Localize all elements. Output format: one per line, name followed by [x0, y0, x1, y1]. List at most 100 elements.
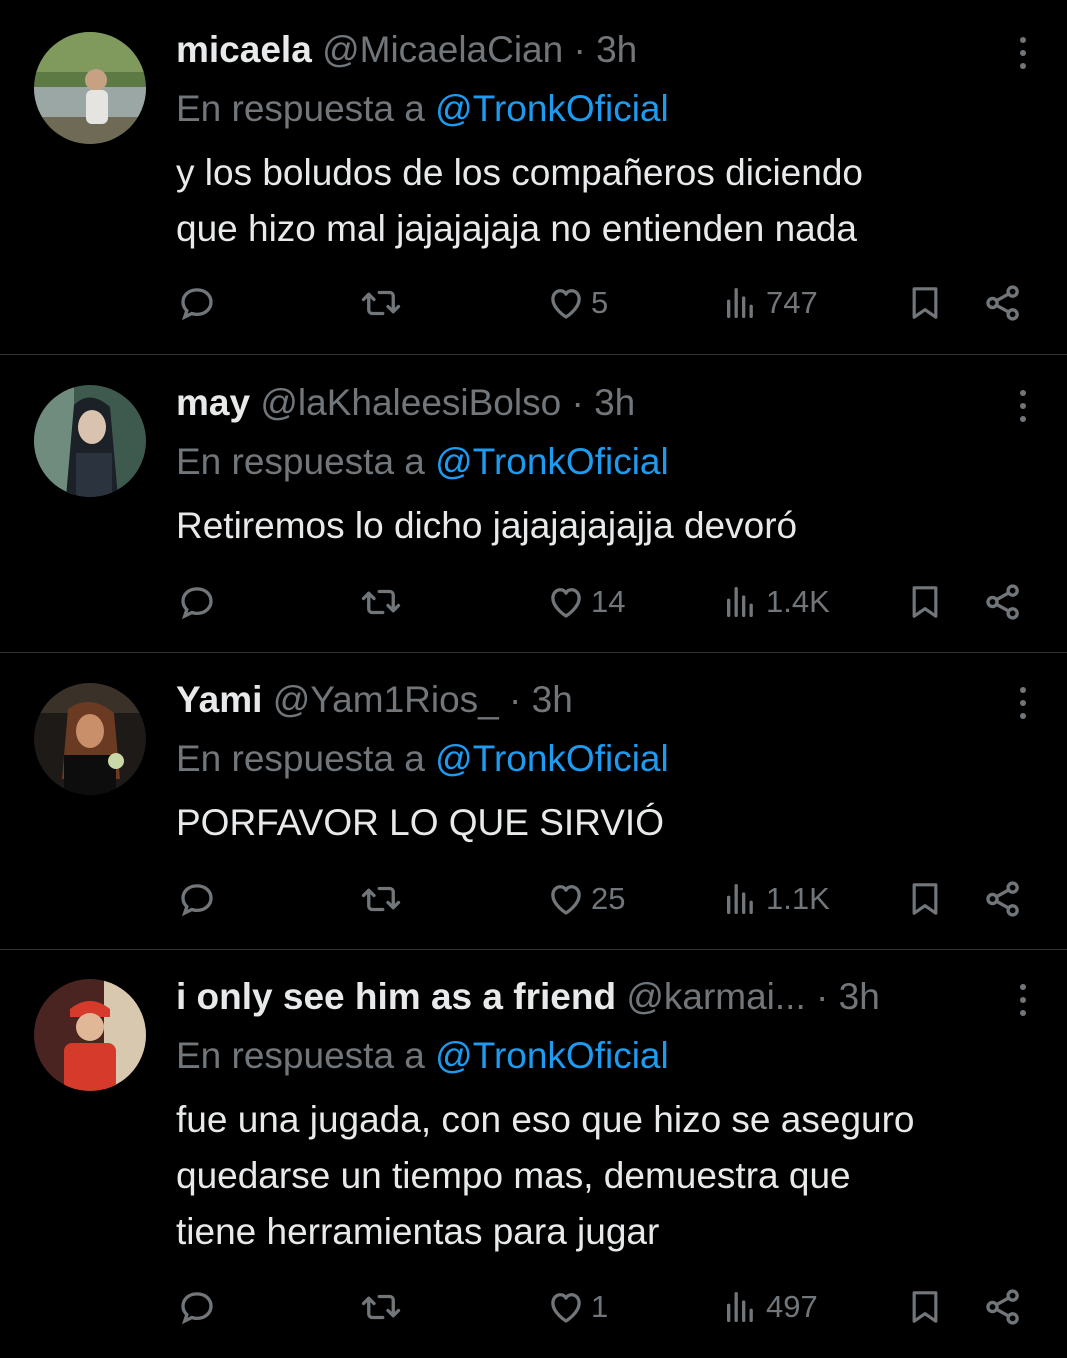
- bookmark-icon: [912, 1291, 938, 1323]
- more-options-icon[interactable]: [1009, 30, 1037, 76]
- display-name[interactable]: Yami: [176, 679, 262, 720]
- tweet-header: Yami @Yam1Rios_ · 3h: [176, 677, 987, 723]
- reply-icon: [181, 1292, 213, 1325]
- avatar[interactable]: [34, 979, 146, 1091]
- action-bar: 25 1.1K: [0, 875, 1067, 923]
- timestamp[interactable]: · 3h: [571, 382, 635, 423]
- bookmark-button[interactable]: [905, 875, 945, 923]
- like-button[interactable]: 5: [545, 279, 608, 327]
- heart-icon: [551, 289, 581, 319]
- reply-button[interactable]: [176, 875, 218, 923]
- user-handle[interactable]: @MicaelaCian: [322, 29, 563, 70]
- action-bar: 5 747: [0, 279, 1067, 327]
- avatar[interactable]: [34, 683, 146, 795]
- repost-icon: [361, 886, 401, 912]
- tweet-1[interactable]: micaela @MicaelaCian · 3h En respuesta a…: [0, 0, 1067, 354]
- avatar[interactable]: [34, 32, 146, 144]
- repost-button[interactable]: [358, 875, 404, 923]
- reply-icon: [181, 884, 213, 917]
- tweet-text: Retiremos lo dicho jajajajajajja devoró: [176, 498, 1036, 554]
- bookmark-button[interactable]: [905, 578, 945, 626]
- view-count: 497: [766, 1289, 818, 1324]
- bookmark-button[interactable]: [905, 279, 945, 327]
- views-icon: [727, 884, 753, 914]
- share-button[interactable]: [982, 578, 1024, 626]
- reply-context: En respuesta a @TronkOficial: [176, 1033, 669, 1079]
- heart-icon: [551, 885, 581, 915]
- mention-link[interactable]: @TronkOficial: [435, 441, 669, 482]
- user-handle[interactable]: @laKhaleesiBolso: [260, 382, 561, 423]
- repost-icon: [361, 290, 401, 316]
- reply-context: En respuesta a @TronkOficial: [176, 439, 669, 485]
- views-icon: [727, 1292, 753, 1322]
- reply-context: En respuesta a @TronkOficial: [176, 86, 669, 132]
- timestamp[interactable]: · 3h: [509, 679, 573, 720]
- like-button[interactable]: 1: [545, 1283, 608, 1331]
- bookmark-icon: [912, 883, 938, 915]
- display-name[interactable]: micaela: [176, 29, 312, 70]
- tweet-header: may @laKhaleesiBolso · 3h: [176, 380, 987, 426]
- more-options-icon[interactable]: [1009, 680, 1037, 726]
- more-options-icon[interactable]: [1009, 977, 1037, 1023]
- tweet-text-line: PORFAVOR LO QUE SIRVIÓ: [176, 802, 664, 843]
- like-count: 14: [591, 584, 626, 619]
- avatar[interactable]: [34, 385, 146, 497]
- user-handle[interactable]: @Yam1Rios_: [273, 679, 499, 720]
- repost-icon: [361, 589, 401, 615]
- tweet-text-line: que hizo mal jajajajaja no entienden nad…: [176, 208, 857, 249]
- share-icon: [986, 881, 1019, 917]
- mention-link[interactable]: @TronkOficial: [435, 738, 669, 779]
- tweet-header: i only see him as a friend @karmai... · …: [176, 974, 987, 1020]
- reply-icon: [181, 288, 213, 321]
- tweet-2[interactable]: may @laKhaleesiBolso · 3h En respuesta a…: [0, 355, 1067, 652]
- like-button[interactable]: 14: [545, 578, 625, 626]
- view-count: 1.1K: [766, 881, 830, 916]
- views-icon: [727, 288, 753, 318]
- mention-link[interactable]: @TronkOficial: [435, 88, 669, 129]
- reply-prefix: En respuesta a: [176, 1035, 425, 1076]
- views-button[interactable]: 747: [722, 279, 818, 327]
- share-icon: [986, 584, 1019, 620]
- share-button[interactable]: [982, 875, 1024, 923]
- tweet-header: micaela @MicaelaCian · 3h: [176, 27, 987, 73]
- action-bar: 14 1.4K: [0, 578, 1067, 626]
- tweet-text-line: fue una jugada, con eso que hizo se aseg…: [176, 1099, 915, 1140]
- action-bar: 1 497: [0, 1283, 1067, 1331]
- views-button[interactable]: 1.1K: [722, 875, 830, 923]
- reply-button[interactable]: [176, 1283, 218, 1331]
- views-button[interactable]: 497: [722, 1283, 818, 1331]
- tweet-text: y los boludos de los compañeros diciendo…: [176, 145, 1036, 257]
- reply-prefix: En respuesta a: [176, 88, 425, 129]
- tweet-4[interactable]: i only see him as a friend @karmai... · …: [0, 950, 1067, 1358]
- timestamp[interactable]: · 3h: [574, 29, 638, 70]
- reply-button[interactable]: [176, 279, 218, 327]
- repost-button[interactable]: [358, 578, 404, 626]
- reply-context: En respuesta a @TronkOficial: [176, 736, 669, 782]
- like-count: 25: [591, 881, 626, 916]
- like-button[interactable]: 25: [545, 875, 625, 923]
- timestamp[interactable]: · 3h: [816, 976, 880, 1017]
- tweet-text: fue una jugada, con eso que hizo se aseg…: [176, 1092, 1036, 1260]
- views-icon: [727, 587, 753, 617]
- mention-link[interactable]: @TronkOficial: [435, 1035, 669, 1076]
- reply-button[interactable]: [176, 578, 218, 626]
- view-count: 747: [766, 285, 818, 320]
- more-options-icon[interactable]: [1009, 383, 1037, 429]
- repost-icon: [361, 1294, 401, 1320]
- display-name[interactable]: i only see him as a friend: [176, 976, 616, 1017]
- tweet-3[interactable]: Yami @Yam1Rios_ · 3h En respuesta a @Tro…: [0, 653, 1067, 949]
- tweet-text-line: quedarse un tiempo mas, demuestra que: [176, 1155, 851, 1196]
- like-count: 5: [591, 285, 609, 320]
- bookmark-button[interactable]: [905, 1283, 945, 1331]
- reply-icon: [181, 587, 213, 620]
- repost-button[interactable]: [358, 1283, 404, 1331]
- share-button[interactable]: [982, 279, 1024, 327]
- user-handle[interactable]: @karmai...: [626, 976, 805, 1017]
- display-name[interactable]: may: [176, 382, 250, 423]
- tweet-text: PORFAVOR LO QUE SIRVIÓ: [176, 795, 1036, 851]
- bookmark-icon: [912, 287, 938, 319]
- share-button[interactable]: [982, 1283, 1024, 1331]
- repost-button[interactable]: [358, 279, 404, 327]
- tweet-text-line: tiene herramientas para jugar: [176, 1211, 660, 1252]
- views-button[interactable]: 1.4K: [722, 578, 830, 626]
